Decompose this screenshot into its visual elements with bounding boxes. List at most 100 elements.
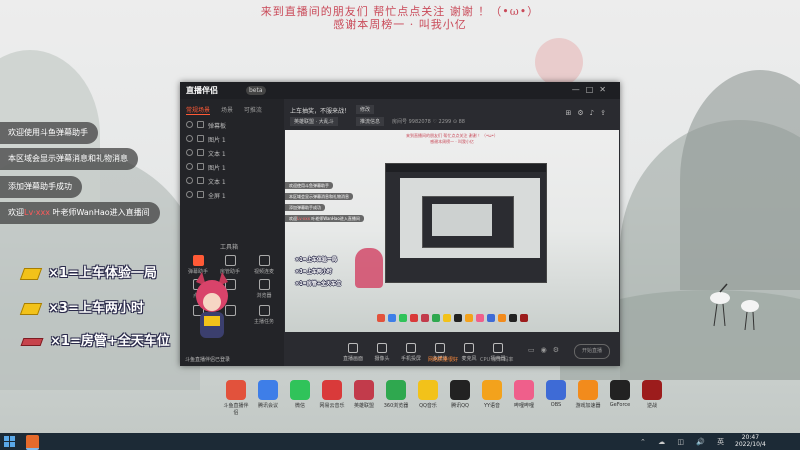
gold-bar-icon bbox=[19, 267, 43, 280]
taskbar-app-icon[interactable] bbox=[26, 435, 39, 450]
desktop-icon[interactable]: 英雄联盟 bbox=[350, 380, 378, 409]
system-tray[interactable]: ⌃ ☁ ◫ 🔊 英 bbox=[640, 437, 729, 447]
layer-item[interactable]: 图片 1 bbox=[186, 135, 226, 144]
desktop-icon[interactable]: 360浏览器 bbox=[382, 380, 410, 409]
phone-icon bbox=[406, 343, 416, 353]
layer-item[interactable]: 全屏 1 bbox=[186, 191, 226, 200]
desktop-icon[interactable]: 哔哩哔哩 bbox=[510, 380, 538, 409]
header-icons[interactable]: ⊞⚙♪⇪ bbox=[566, 109, 613, 117]
share-icon[interactable]: ⇪ bbox=[600, 109, 612, 117]
desktop-icon[interactable]: QQ音乐 bbox=[414, 380, 442, 409]
preview-banner: 感谢本周榜一 · 叫我小亿 bbox=[430, 139, 474, 144]
gift-rule: ×1=上车体验一局 bbox=[19, 262, 157, 281]
desktop-icon[interactable]: 游戏加速器 bbox=[574, 380, 602, 409]
layer-item[interactable]: 文本 1 bbox=[186, 149, 226, 158]
streamer-avatar-image bbox=[188, 272, 236, 344]
stream-info-button[interactable]: 推流信息 bbox=[356, 117, 385, 126]
title-bar[interactable]: 直播伴侣 beta —□✕ bbox=[180, 82, 620, 99]
layer-item[interactable]: 文本 1 bbox=[186, 177, 226, 186]
desktop-icon[interactable]: 逆战 bbox=[638, 380, 666, 409]
crane-image bbox=[735, 290, 765, 336]
lock-icon[interactable] bbox=[197, 191, 204, 198]
stream-preview[interactable]: 来到直播间的朋友们 帮忙点点关注 谢谢 ！（•ω•） 感谢本周榜一 · 叫我小亿… bbox=[285, 130, 619, 332]
settings-icon[interactable]: ⚙ bbox=[577, 109, 589, 117]
preview-dock bbox=[377, 307, 531, 322]
desktop-icon[interactable]: 斗鱼直播伴侣 bbox=[222, 380, 250, 416]
preview-chat: 欢迎使用斗鱼弹幕助手 bbox=[285, 182, 333, 189]
eye-icon[interactable] bbox=[186, 135, 193, 142]
preview-gift-rule: ×3=上车两小时 bbox=[295, 269, 332, 275]
layer-item[interactable]: 弹幕板 bbox=[186, 121, 226, 130]
app-icon bbox=[578, 380, 598, 400]
video-icon bbox=[258, 255, 270, 266]
tool-video[interactable]: 视频连麦 bbox=[250, 255, 278, 275]
desktop-icon[interactable]: GeForce bbox=[606, 380, 634, 408]
live-companion-window[interactable]: 直播伴侣 beta —□✕ 常规场景 场景 可推流 弹幕板 图片 1 文本 1 … bbox=[180, 82, 620, 366]
app-icon bbox=[450, 380, 470, 400]
lock-icon[interactable] bbox=[197, 163, 204, 170]
toolbox-title: 工具箱 bbox=[220, 244, 239, 251]
tab-stream[interactable]: 可推流 bbox=[244, 107, 262, 114]
edit-title-button[interactable]: 修改 bbox=[356, 105, 375, 114]
close-icon[interactable]: ✕ bbox=[599, 85, 612, 94]
room-meta: 房间号 9982078 ♡ 2299 ⊙ 88 bbox=[392, 119, 465, 125]
desktop-icon[interactable]: 微信 bbox=[286, 380, 314, 409]
app-icon bbox=[258, 380, 278, 400]
tool-task[interactable]: 主播任务 bbox=[250, 305, 278, 325]
preview-chat: 添加弹幕助手成功 bbox=[285, 204, 325, 211]
preview-chat: 本区域会显示弹幕消息和礼物消息 bbox=[285, 193, 353, 200]
version-badge: beta bbox=[246, 86, 266, 95]
app-icon bbox=[642, 380, 662, 400]
windows-start-icon[interactable] bbox=[4, 436, 15, 447]
scene-tabs: 常规场景 场景 可推流 bbox=[186, 105, 271, 115]
camera-icon bbox=[377, 343, 387, 353]
screen-source-button[interactable]: 直播画面 bbox=[340, 343, 366, 362]
mic-button[interactable]: 麦克风 bbox=[456, 343, 482, 362]
browser-icon bbox=[258, 279, 270, 290]
tab-scene-normal[interactable]: 常规场景 bbox=[186, 107, 211, 115]
eye-icon[interactable] bbox=[186, 177, 193, 184]
camera-button[interactable]: 摄像头 bbox=[369, 343, 395, 362]
desktop-icon[interactable]: OBS bbox=[542, 380, 570, 408]
status-metrics: CPU 帧率 码率 bbox=[480, 357, 514, 363]
minimize-icon[interactable]: — bbox=[572, 85, 586, 94]
app-icon bbox=[290, 380, 310, 400]
bell-icon[interactable]: ♪ bbox=[590, 109, 600, 117]
gift-rule: ×3=上车两小时 bbox=[19, 297, 144, 316]
window-controls[interactable]: —□✕ bbox=[572, 85, 612, 94]
wallpaper-sun bbox=[535, 38, 583, 86]
eye-icon[interactable] bbox=[186, 163, 193, 170]
stream-info-bar: 上车抽奖，不服来战！ 修改 英雄联盟 · 大乱斗 推流信息 房间号 998207… bbox=[284, 99, 620, 129]
eye-icon[interactable] bbox=[186, 149, 193, 156]
desktop-icon[interactable]: YY语音 bbox=[478, 380, 506, 409]
eye-icon[interactable] bbox=[186, 121, 193, 128]
app-icon bbox=[546, 380, 566, 400]
stream-title: 上车抽奖，不服来战！ bbox=[290, 108, 351, 115]
tab-scene[interactable]: 场景 bbox=[221, 107, 233, 114]
app-icon bbox=[514, 380, 534, 400]
chat-message: 添加弹幕助手成功 bbox=[0, 176, 82, 198]
lock-icon[interactable] bbox=[197, 149, 204, 156]
lock-icon[interactable] bbox=[197, 177, 204, 184]
category-selector[interactable]: 英雄联盟 · 大乱斗 bbox=[290, 117, 338, 126]
app-icon bbox=[226, 380, 246, 400]
gift-rule: ×1=房管+全天车位 bbox=[20, 330, 170, 349]
extra-icons[interactable]: ▭◉⚙ bbox=[528, 346, 565, 354]
mic-icon bbox=[464, 343, 474, 353]
gift-icon[interactable]: ⊞ bbox=[566, 109, 578, 117]
desktop-icon[interactable]: 网易云音乐 bbox=[318, 380, 346, 409]
start-live-button[interactable]: 开始直播 bbox=[574, 344, 610, 359]
lock-icon[interactable] bbox=[197, 135, 204, 142]
eye-icon[interactable] bbox=[186, 191, 193, 198]
clock[interactable]: 20:47 2022/10/4 bbox=[735, 434, 766, 448]
desktop-icon[interactable]: 腾讯QQ bbox=[446, 380, 474, 409]
app-icon bbox=[322, 380, 342, 400]
layer-item[interactable]: 图片 1 bbox=[186, 163, 226, 172]
lock-icon[interactable] bbox=[197, 121, 204, 128]
admin-icon bbox=[224, 255, 236, 266]
avatar-character-image bbox=[355, 248, 383, 288]
desktop-icon[interactable]: 腾讯会议 bbox=[254, 380, 282, 409]
tool-browser[interactable]: 浏览器 bbox=[250, 279, 278, 299]
maximize-icon[interactable]: □ bbox=[586, 85, 600, 94]
phone-cast-button[interactable]: 手机投屏 bbox=[398, 343, 424, 362]
